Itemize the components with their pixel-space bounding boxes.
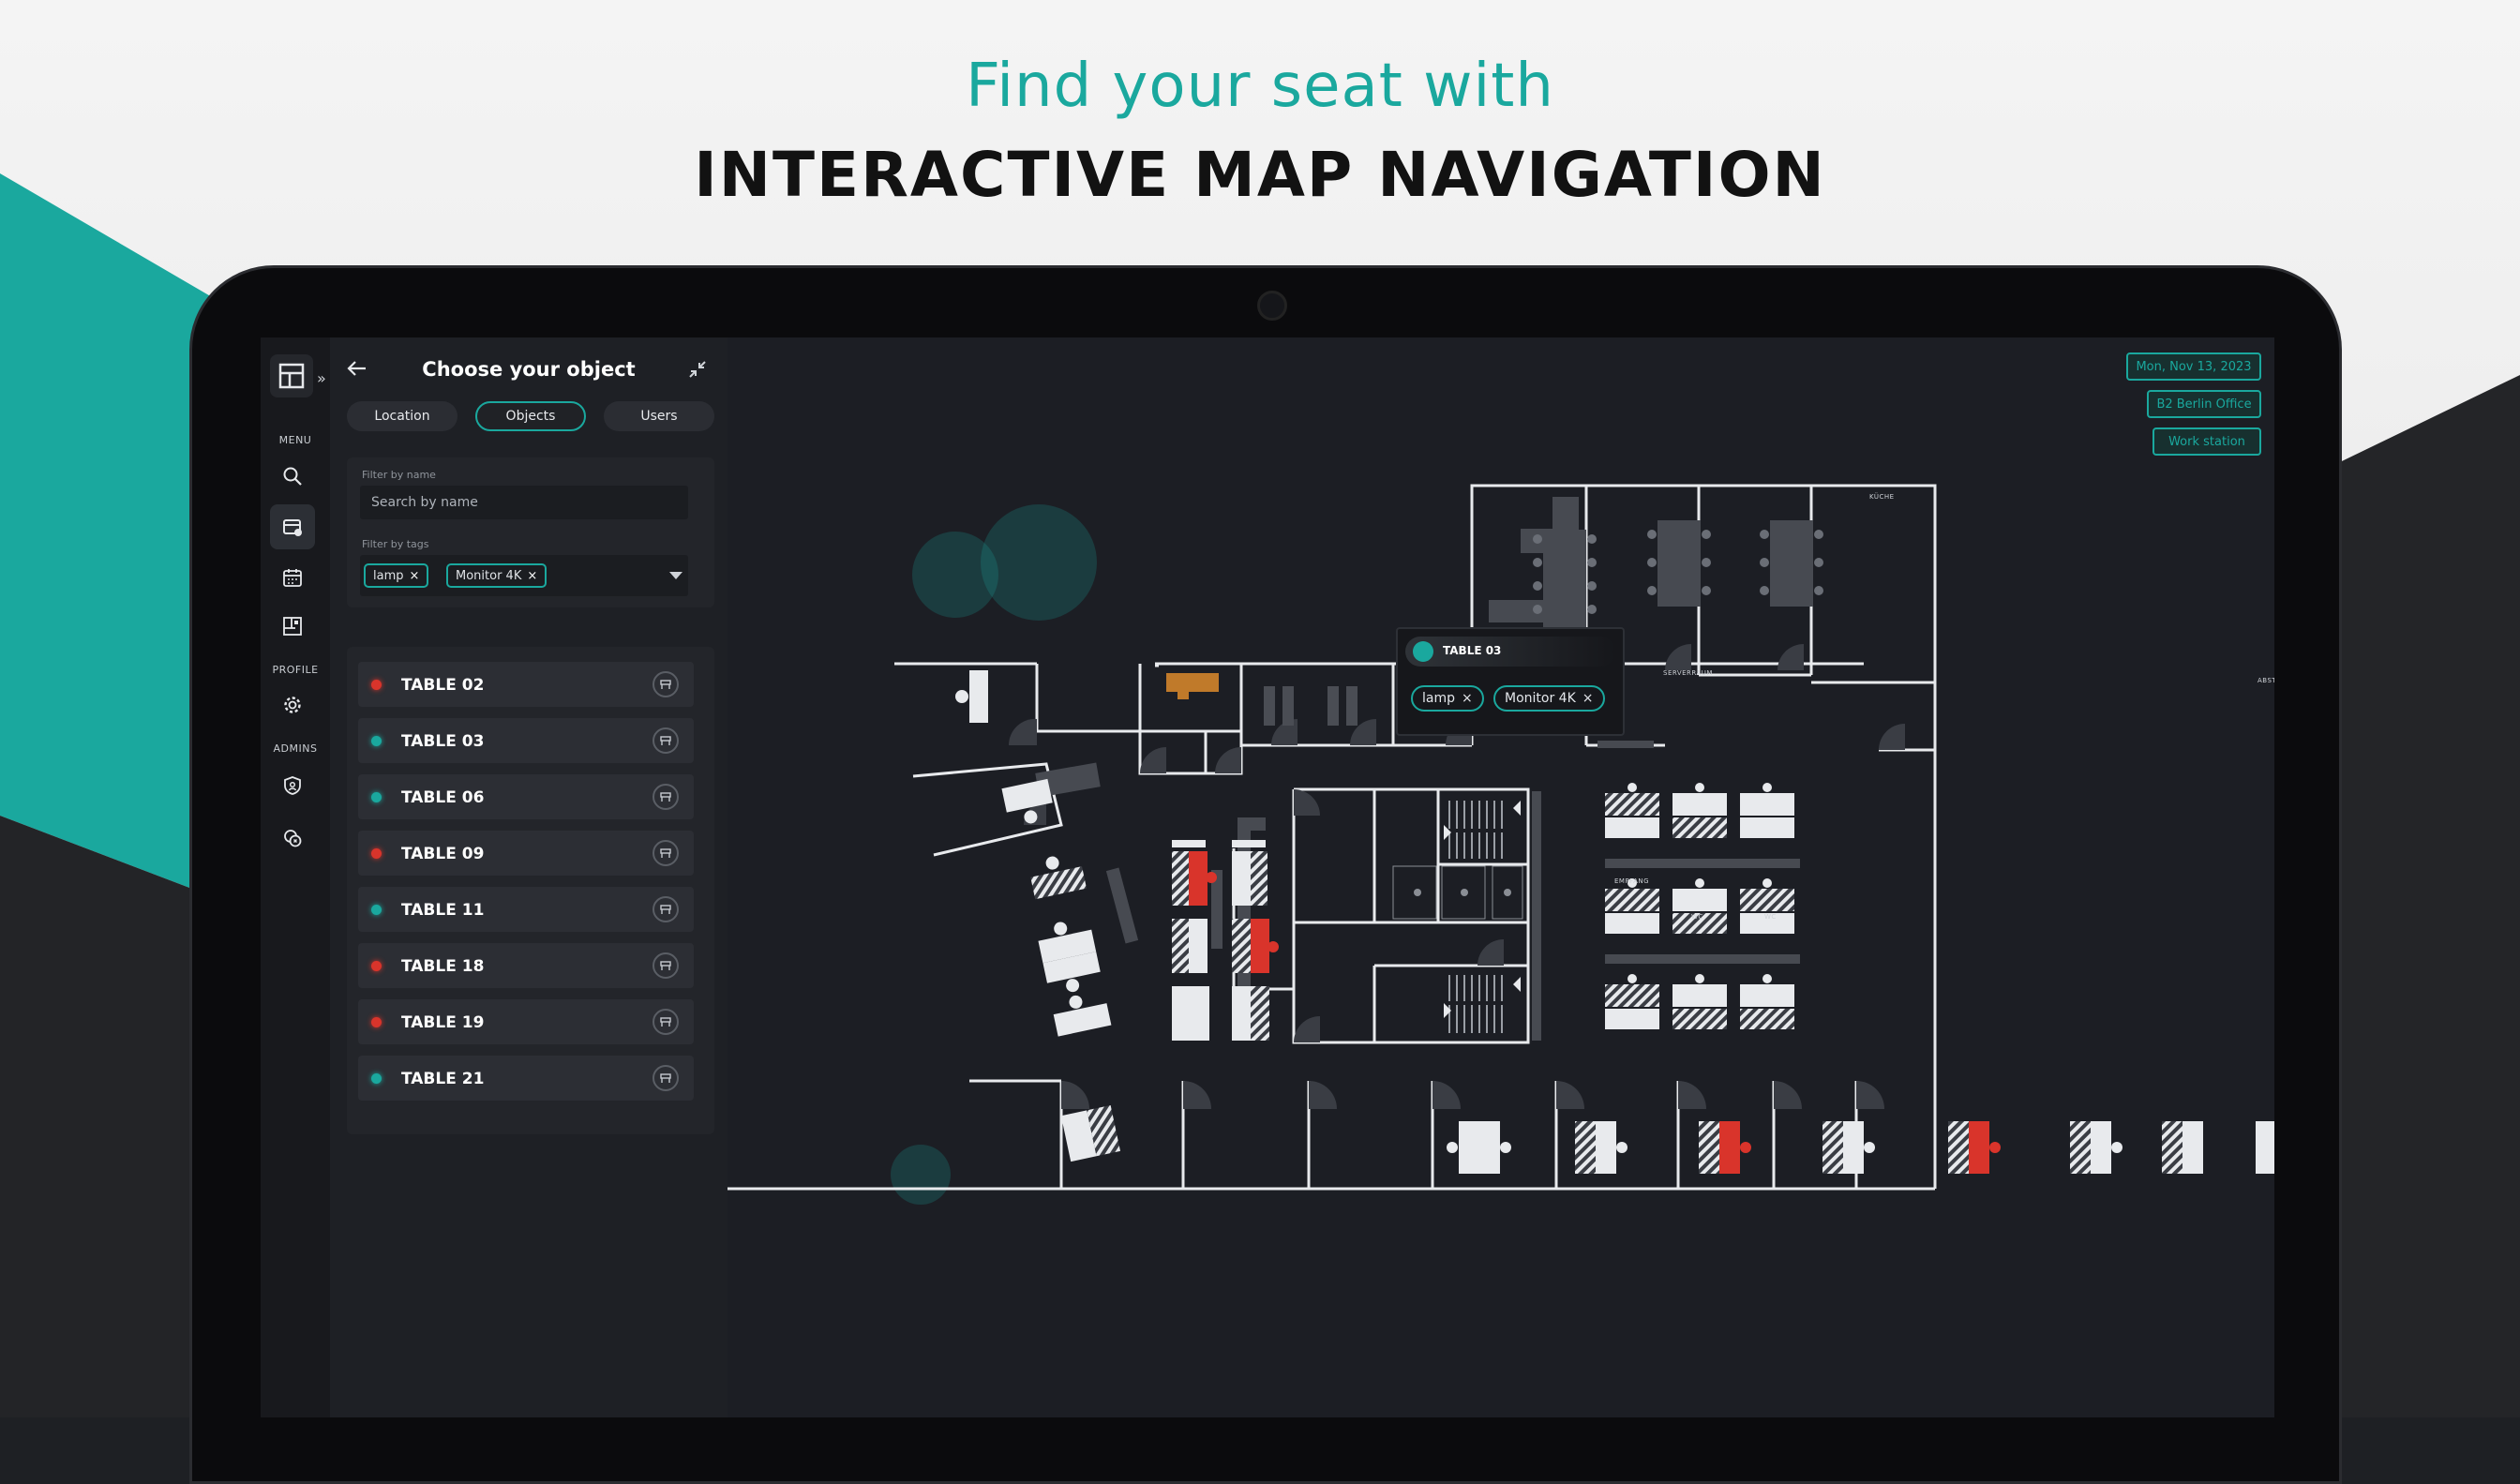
room-label-wc: WC [1764,913,1777,921]
status-dot [371,905,382,915]
headline-title: INTERACTIVE MAP NAVIGATION [694,139,1826,211]
menu-section-label: MENU [278,434,312,446]
tab-users[interactable]: Users [604,401,714,431]
collapse-icon[interactable] [684,356,711,382]
admins-section-label: ADMINS [273,742,318,755]
object-name: TABLE 02 [401,676,485,695]
status-dot [371,680,382,690]
tags-select[interactable]: lamp × Monitor 4K × [360,555,688,596]
close-icon[interactable]: × [527,569,537,583]
popup-tag-label: lamp [1422,691,1455,706]
popup-title: TABLE 03 [1443,644,1502,657]
calendar-nav-button[interactable] [270,555,315,600]
panel-title: Choose your object [422,358,636,381]
booking-card-icon [283,519,302,536]
tag-chip-label: Monitor 4K [456,568,522,583]
list-item[interactable]: TABLE 03 [358,718,694,763]
desk-icon[interactable] [652,1065,679,1091]
object-name: TABLE 11 [401,901,485,920]
nav-rail: » MENU PROFILE ADMINS [261,337,331,1417]
booking-nav-button[interactable] [270,504,315,549]
list-item[interactable]: TABLE 18 [358,943,694,988]
chevron-down-icon[interactable] [669,572,682,579]
panel-tabs: Location Objects Users [347,401,714,433]
desk-icon[interactable] [652,1009,679,1035]
desk-icon[interactable] [652,896,679,922]
popup-tag-lamp[interactable]: lamp × [1411,685,1484,712]
object-list: TABLE 02 TABLE 03 TABLE 06 TABLE 09 TABL… [347,647,714,1134]
list-item[interactable]: TABLE 21 [358,1056,694,1101]
room-label-reception: EMPFANG [1614,877,1649,885]
search-nav-button[interactable] [270,454,315,499]
status-dot [371,1073,382,1084]
tab-objects[interactable]: Objects [475,401,586,431]
list-item[interactable]: TABLE 19 [358,999,694,1044]
filter-tags-label: Filter by tags [362,538,429,550]
list-item[interactable]: TABLE 02 [358,662,694,707]
close-icon[interactable]: × [1582,691,1594,706]
popup-tag-label: Monitor 4K [1505,691,1576,706]
object-name: TABLE 03 [401,732,485,751]
settings-nav-button[interactable] [270,682,315,727]
admin-nav-button[interactable] [270,763,315,808]
close-icon[interactable]: × [410,569,420,583]
search-icon [283,467,302,486]
search-input[interactable] [360,486,688,519]
app-screen: » MENU PROFILE ADMINS Choose your object [261,337,2274,1417]
tag-chip-monitor[interactable]: Monitor 4K × [446,563,548,588]
floorplan-icon [283,617,302,636]
desk-icon[interactable] [652,671,679,697]
status-dot [1413,641,1433,662]
desk-icon[interactable] [652,727,679,754]
support-nav-button[interactable] [270,816,315,861]
calendar-icon [283,569,302,587]
object-name: TABLE 09 [401,845,485,863]
shield-icon [284,776,301,795]
gear-icon [284,697,301,713]
room-label-server: SERVERRAUM [1663,669,1713,677]
object-name: TABLE 19 [401,1013,485,1032]
floor-plan: KÜCHE SERVERRAUM ABSTELLRAUM EMPFANG WC … [728,484,2274,1205]
desk-icon[interactable] [652,840,679,866]
filter-box: Filter by name Filter by tags lamp × Mon… [347,457,714,607]
room-label-storage: ABSTELLRAUM [2258,677,2274,684]
headline-subtitle: Find your seat with [966,52,1554,121]
floorplan-nav-button[interactable] [270,604,315,649]
tag-chip-lamp[interactable]: lamp × [364,563,429,588]
camera-icon [1257,291,1287,321]
object-name: TABLE 18 [401,957,485,976]
room-label-wc: WC [1691,913,1703,921]
floor-map[interactable]: Mon, Nov 13, 2023 B2 Berlin Office Work … [728,337,2274,1417]
double-chevron-right-icon[interactable]: » [317,369,326,387]
list-item[interactable]: TABLE 11 [358,887,694,932]
support-chat-icon [284,830,302,847]
object-panel: Choose your object Location Objects User… [330,337,729,1417]
room-label-kitchen: KÜCHE [1869,492,1895,501]
list-item[interactable]: TABLE 09 [358,831,694,876]
filter-name-label: Filter by name [362,469,436,481]
status-dot [371,792,382,802]
object-name: TABLE 06 [401,788,485,807]
tag-chip-label: lamp [373,568,404,583]
status-dot [371,1017,382,1027]
status-dot [371,848,382,859]
list-item[interactable]: TABLE 06 [358,774,694,819]
object-name: TABLE 21 [401,1070,485,1088]
close-icon[interactable]: × [1462,691,1473,706]
table-popup[interactable]: TABLE 03 lamp × Monitor 4K × [1396,627,1625,736]
desk-icon[interactable] [652,952,679,979]
profile-section-label: PROFILE [272,664,319,676]
popup-header: TABLE 03 [1405,637,1615,667]
status-dot [371,961,382,971]
tab-location[interactable]: Location [347,401,458,431]
floorplan-logo-icon[interactable] [270,354,313,397]
desk-icon[interactable] [652,784,679,810]
status-dot [371,736,382,746]
popup-tag-monitor[interactable]: Monitor 4K × [1493,685,1605,712]
